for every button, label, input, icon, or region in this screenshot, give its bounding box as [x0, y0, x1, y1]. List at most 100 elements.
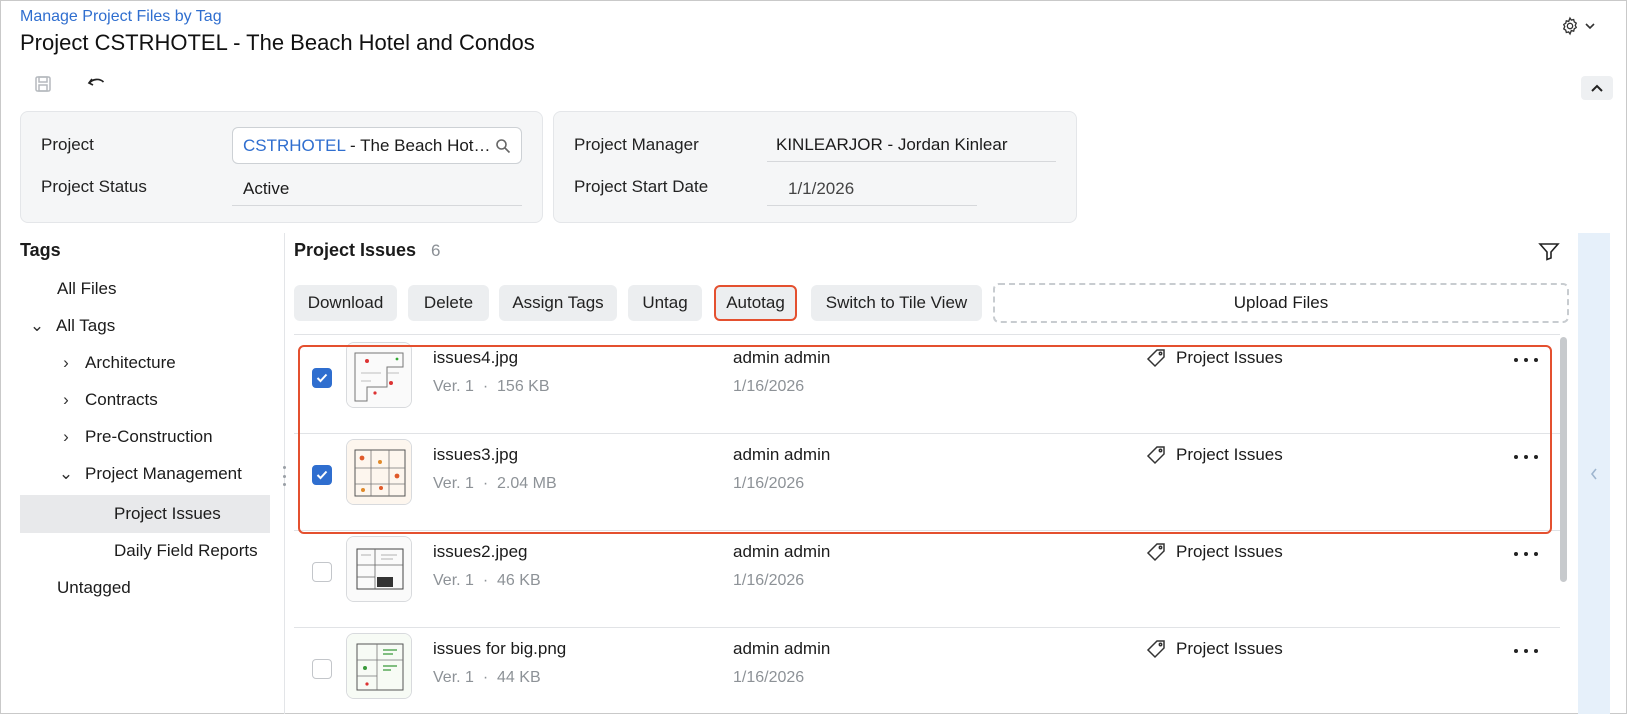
- tree-item-daily-field-reports[interactable]: Daily Field Reports: [114, 541, 258, 561]
- manager-card: [553, 111, 1077, 223]
- tag-icon: [1146, 446, 1165, 465]
- tree-item-untagged[interactable]: Untagged: [57, 578, 131, 598]
- project-code-link[interactable]: CSTRHOTEL: [243, 136, 345, 155]
- grid-title: Project Issues: [294, 240, 417, 260]
- delete-button[interactable]: Delete: [408, 285, 489, 321]
- save-button[interactable]: [31, 72, 55, 96]
- tags-heading: Tags: [20, 240, 61, 260]
- untag-button[interactable]: Untag: [628, 285, 702, 321]
- tree-item-all-files[interactable]: All Files: [57, 279, 117, 299]
- undo-button[interactable]: [85, 72, 109, 96]
- file-meta: Ver. 1 · 2.04 MB: [433, 475, 557, 493]
- blueprint-thumbnail-image: [347, 343, 411, 407]
- row-more-button[interactable]: [1514, 449, 1538, 465]
- file-name[interactable]: issues3.jpg: [433, 445, 518, 465]
- tree-item-label: Contracts: [85, 390, 158, 409]
- start-date-value: 1/1/2026: [767, 179, 977, 206]
- row-more-button[interactable]: [1514, 643, 1538, 659]
- chevron-right-icon[interactable]: ›: [57, 353, 75, 373]
- tree-item-pre-construction[interactable]: › Pre-Construction: [57, 427, 213, 447]
- file-tag: Project Issues: [1146, 445, 1283, 465]
- filter-button[interactable]: [1538, 241, 1562, 263]
- switch-view-button[interactable]: Switch to Tile View: [811, 285, 982, 321]
- tree-item-label: Project Issues: [114, 504, 221, 523]
- file-thumbnail[interactable]: [346, 633, 412, 699]
- tag-label: Project Issues: [1176, 542, 1283, 561]
- table-row[interactable]: issues4.jpg Ver. 1 · 156 KB admin admin …: [294, 336, 1560, 434]
- tree-item-label: Pre-Construction: [85, 427, 213, 446]
- table-row[interactable]: issues3.jpg Ver. 1 · 2.04 MB admin admin…: [294, 433, 1560, 531]
- tree-item-label: All Tags: [56, 316, 116, 335]
- meta-separator: ·: [482, 378, 489, 395]
- tag-icon: [1146, 349, 1165, 368]
- save-icon: [35, 76, 51, 92]
- row-checkbox[interactable]: [312, 368, 332, 388]
- undo-icon: [87, 78, 105, 86]
- chevron-down-icon: [1585, 23, 1595, 30]
- status-value: Active: [232, 179, 522, 206]
- file-tag: Project Issues: [1146, 639, 1283, 659]
- grid-scrollbar-thumb[interactable]: [1560, 337, 1567, 582]
- blueprint-thumbnail-image: [347, 537, 411, 601]
- chevron-left-icon: [1590, 468, 1597, 479]
- project-lookup-field[interactable]: CSTRHOTEL - The Beach Hotel and Condos: [232, 127, 522, 164]
- file-thumbnail[interactable]: [346, 439, 412, 505]
- upload-files-dropzone[interactable]: Upload Files: [993, 283, 1569, 323]
- row-checkbox[interactable]: [312, 659, 332, 679]
- file-meta: Ver. 1 · 156 KB: [433, 378, 550, 396]
- project-label: Project: [41, 135, 94, 154]
- file-meta: Ver. 1 · 46 KB: [433, 572, 541, 590]
- assign-tags-button[interactable]: Assign Tags: [499, 285, 617, 321]
- file-size: 46 KB: [497, 572, 541, 589]
- row-checkbox[interactable]: [312, 465, 332, 485]
- tree-item-label: Project Management: [85, 464, 242, 483]
- row-more-button[interactable]: [1514, 352, 1538, 368]
- file-version: Ver. 1: [433, 572, 474, 589]
- file-thumbnail[interactable]: [346, 342, 412, 408]
- settings-menu[interactable]: [1560, 14, 1604, 38]
- grid-divider: [294, 334, 1560, 335]
- file-owner: admin admin: [733, 542, 831, 561]
- chevron-down-icon[interactable]: ⌄: [57, 464, 75, 484]
- tree-item-label: Architecture: [85, 353, 176, 372]
- blueprint-thumbnail-image: [347, 634, 411, 698]
- blueprint-thumbnail-image: [347, 440, 411, 504]
- file-name[interactable]: issues for big.png: [433, 639, 566, 659]
- chevron-right-icon[interactable]: ›: [57, 390, 75, 410]
- tree-item-project-management[interactable]: ⌄ Project Management: [57, 464, 242, 484]
- collapse-summary-button[interactable]: [1581, 76, 1613, 100]
- tree-item-contracts[interactable]: › Contracts: [57, 390, 158, 410]
- file-thumbnail[interactable]: [346, 536, 412, 602]
- table-row[interactable]: issues for big.png Ver. 1 · 44 KB admin …: [294, 627, 1560, 714]
- file-date: 1/16/2026: [733, 572, 805, 589]
- table-row[interactable]: issues2.jpeg Ver. 1 · 46 KB admin admin …: [294, 530, 1560, 628]
- row-more-button[interactable]: [1514, 546, 1538, 562]
- file-tag: Project Issues: [1146, 348, 1283, 368]
- tag-label: Project Issues: [1176, 348, 1283, 367]
- file-meta: Ver. 1 · 44 KB: [433, 669, 541, 687]
- tree-item-all-tags[interactable]: ⌄ All Tags: [28, 316, 115, 336]
- search-icon[interactable]: [495, 138, 511, 154]
- file-size: 2.04 MB: [497, 475, 557, 492]
- meta-separator: ·: [482, 572, 489, 589]
- tree-item-architecture[interactable]: › Architecture: [57, 353, 176, 373]
- file-name[interactable]: issues4.jpg: [433, 348, 518, 368]
- meta-separator: ·: [482, 669, 489, 686]
- details-panel-toggle[interactable]: [1578, 233, 1610, 714]
- manager-label: Project Manager: [574, 135, 699, 154]
- tag-icon: [1146, 640, 1165, 659]
- file-owner: admin admin: [733, 445, 831, 464]
- chevron-right-icon[interactable]: ›: [57, 427, 75, 447]
- start-date-label: Project Start Date: [574, 177, 709, 196]
- tag-label: Project Issues: [1176, 445, 1283, 464]
- autotag-button[interactable]: Autotag: [714, 285, 797, 321]
- splitter-handle[interactable]: [280, 466, 288, 486]
- tree-item-project-issues[interactable]: Project Issues: [114, 504, 221, 524]
- download-button[interactable]: Download: [294, 285, 397, 321]
- tag-icon: [1146, 543, 1165, 562]
- chevron-down-icon[interactable]: ⌄: [28, 316, 46, 336]
- row-checkbox[interactable]: [312, 562, 332, 582]
- breadcrumb[interactable]: Manage Project Files by Tag: [20, 8, 222, 26]
- file-name[interactable]: issues2.jpeg: [433, 542, 528, 562]
- meta-separator: ·: [482, 475, 489, 492]
